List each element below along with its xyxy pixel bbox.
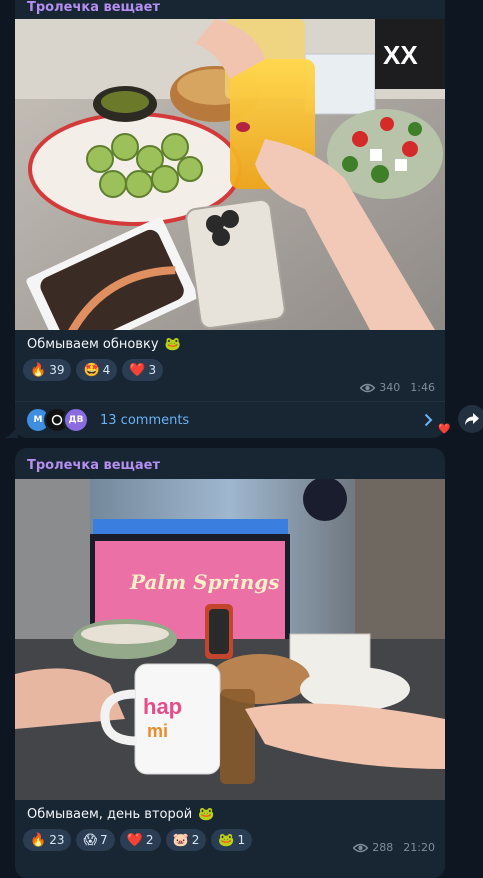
post-photo[interactable]: XX bbox=[15, 19, 445, 330]
channel-name[interactable]: Тролечка вещает bbox=[27, 0, 160, 15]
reaction-scream[interactable]: 😱 7 bbox=[76, 829, 115, 851]
reaction-heart[interactable]: ❤️ 2 bbox=[119, 829, 161, 851]
reaction-count: 39 bbox=[49, 363, 65, 377]
view-count: 288 bbox=[372, 841, 394, 854]
frog-emoji-icon: 🐸 bbox=[198, 807, 215, 822]
post-caption: Обмываем обновку 🐸 bbox=[27, 337, 181, 352]
photo-text: Palm Springs bbox=[129, 570, 280, 594]
scream-icon: 😱 bbox=[83, 832, 98, 848]
reaction-count: 4 bbox=[102, 363, 111, 377]
svg-text:XX: XX bbox=[383, 40, 418, 70]
fire-icon: 🔥 bbox=[30, 362, 47, 378]
reaction-count: 23 bbox=[49, 833, 65, 847]
post-meta: 340 1:46 bbox=[360, 381, 435, 394]
reaction-frog[interactable]: 🐸 1 bbox=[211, 829, 253, 851]
pig-icon: 🐷 bbox=[172, 832, 189, 848]
heart-icon: ❤️ bbox=[129, 362, 146, 378]
food-table-photo: XX bbox=[15, 19, 445, 330]
eye-icon bbox=[353, 843, 369, 852]
reaction-count: 2 bbox=[145, 833, 154, 847]
caption-text: Обмываем, день второй bbox=[27, 807, 193, 822]
post-time: 1:46 bbox=[410, 381, 435, 394]
reaction-heart[interactable]: ❤️ 3 bbox=[122, 359, 164, 381]
view-count: 340 bbox=[379, 381, 401, 394]
share-button[interactable] bbox=[458, 405, 483, 433]
heart-icon: ❤️ bbox=[126, 832, 143, 848]
channel-name[interactable]: Тролечка вещает bbox=[27, 458, 160, 473]
post-time: 21:20 bbox=[403, 841, 435, 854]
heart-icon: ❤️ bbox=[438, 424, 451, 435]
post-caption: Обмываем, день второй 🐸 bbox=[27, 807, 214, 822]
reaction-count: 3 bbox=[148, 363, 157, 377]
chevron-right-icon bbox=[424, 413, 433, 427]
comments-label: 13 comments bbox=[100, 412, 190, 428]
frog-icon: 🐸 bbox=[218, 832, 235, 848]
svg-text:hap: hap bbox=[143, 694, 182, 719]
bubble-tail bbox=[4, 424, 18, 438]
eye-icon bbox=[360, 383, 376, 392]
ring-icon bbox=[51, 414, 63, 426]
channel-post: Тролечка вещает Palm Springs hap mi Обмы… bbox=[15, 448, 445, 878]
post-photo[interactable]: Palm Springs hap mi bbox=[15, 479, 445, 800]
reactions-bar: 🔥 23 😱 7 ❤️ 2 🐷 2 🐸 1 bbox=[23, 829, 253, 851]
reaction-count: 1 bbox=[237, 833, 246, 847]
star-struck-icon: 🤩 bbox=[83, 362, 100, 378]
tv-toast-photo: Palm Springs hap mi bbox=[15, 479, 445, 800]
caption-text: Обмываем обновку bbox=[27, 337, 159, 352]
reaction-star-struck[interactable]: 🤩 4 bbox=[76, 359, 118, 381]
reaction-count: 7 bbox=[100, 833, 108, 847]
post-meta: 288 21:20 bbox=[353, 841, 435, 854]
reaction-fire[interactable]: 🔥 39 bbox=[23, 359, 72, 381]
avatar: ДВ bbox=[63, 407, 89, 433]
reaction-fire[interactable]: 🔥 23 bbox=[23, 829, 72, 851]
svg-text:mi: mi bbox=[147, 721, 168, 741]
fire-icon: 🔥 bbox=[30, 832, 47, 848]
commenter-avatars: M ДВ bbox=[25, 407, 89, 433]
reactions-bar: 🔥 39 🤩 4 ❤️ 3 bbox=[23, 359, 164, 381]
frog-emoji-icon: 🐸 bbox=[164, 337, 181, 352]
reaction-count: 2 bbox=[191, 833, 200, 847]
channel-post: Тролечка вещает XX Обмываем обновку 🐸 🔥 … bbox=[15, 0, 445, 438]
comments-button[interactable]: M ДВ 13 comments bbox=[15, 402, 445, 438]
reaction-pig[interactable]: 🐷 2 bbox=[165, 829, 207, 851]
share-arrow-icon bbox=[465, 413, 479, 425]
